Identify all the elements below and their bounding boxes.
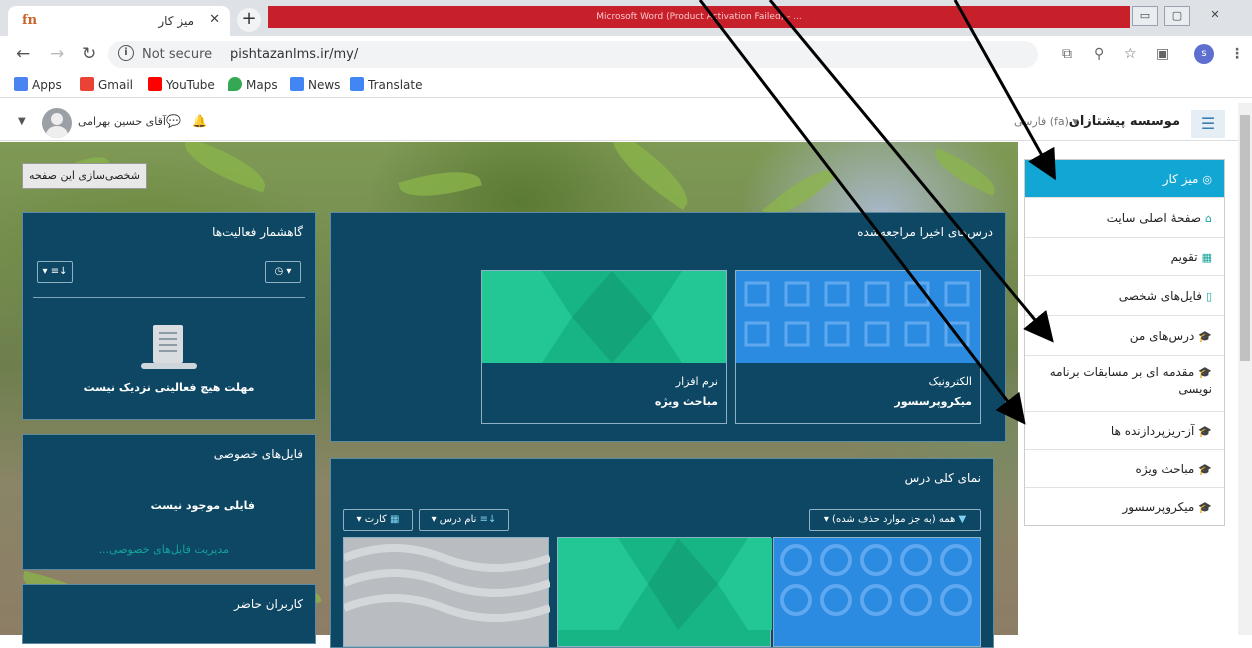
arrow-to-my-courses xyxy=(768,0,1054,343)
arrow-to-course xyxy=(698,0,1026,425)
annotation-arrows xyxy=(698,0,1056,425)
arrow-to-dashboard xyxy=(953,0,1056,181)
